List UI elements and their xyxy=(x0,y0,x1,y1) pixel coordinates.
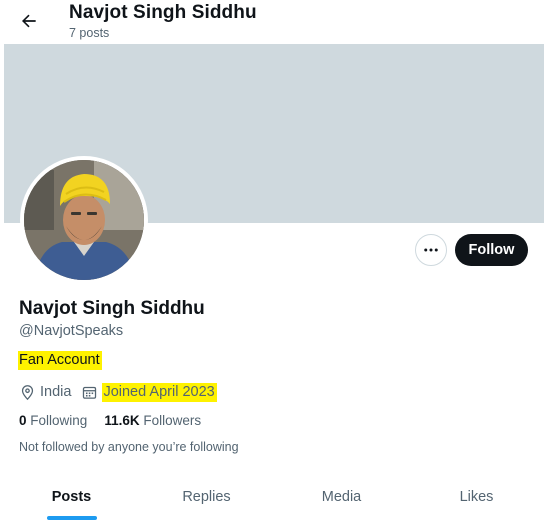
location: India xyxy=(19,384,71,401)
avatar[interactable] xyxy=(20,156,148,284)
tab-likes[interactable]: Likes xyxy=(409,473,544,521)
display-name: Navjot Singh Siddhu xyxy=(19,298,205,319)
followers-link[interactable]: 11.6K Followers xyxy=(104,413,201,428)
followed-by-note: Not followed by anyone you’re following xyxy=(19,440,239,454)
more-horizontal-icon xyxy=(424,248,438,252)
tab-replies[interactable]: Replies xyxy=(139,473,274,521)
tab-label: Posts xyxy=(51,489,92,505)
tab-posts[interactable]: Posts xyxy=(4,473,139,521)
profile-meta: India Joined April 2023 xyxy=(19,381,227,403)
following-link[interactable]: 0 Following xyxy=(19,413,87,428)
tab-label: Media xyxy=(321,489,362,505)
back-arrow-icon xyxy=(22,14,36,28)
tab-label: Replies xyxy=(182,489,231,505)
join-date: Joined April 2023 xyxy=(81,382,217,402)
more-options-button[interactable] xyxy=(415,234,447,266)
bio-highlight: Fan Account xyxy=(18,351,102,370)
tab-media[interactable]: Media xyxy=(274,473,409,521)
join-date-text: Joined April 2023 xyxy=(102,382,217,402)
post-count: 7 posts xyxy=(69,26,110,40)
bio-text: Fan Account xyxy=(18,351,102,370)
following-label: Following xyxy=(30,413,88,428)
avatar-photo xyxy=(24,160,144,280)
followers-count: 11.6K xyxy=(104,413,140,428)
user-handle: @NavjotSpeaks xyxy=(19,323,124,339)
back-button[interactable] xyxy=(12,4,46,38)
profile-page: Navjot Singh Siddhu 7 posts Follow Navjo… xyxy=(4,0,544,521)
active-tab-indicator xyxy=(46,516,97,520)
profile-tabs: Posts Replies Media Likes xyxy=(4,473,544,521)
follow-button[interactable]: Follow xyxy=(455,234,528,266)
follow-stats: 0 Following 11.6K Followers xyxy=(19,413,218,428)
tab-label: Likes xyxy=(459,489,494,505)
following-count: 0 xyxy=(19,413,27,428)
header-title: Navjot Singh Siddhu xyxy=(69,2,257,23)
location-text: India xyxy=(40,384,72,400)
calendar-icon xyxy=(83,386,97,399)
location-pin-icon xyxy=(21,384,34,400)
followers-label: Followers xyxy=(143,413,202,428)
profile-header: Navjot Singh Siddhu 7 posts xyxy=(4,0,544,44)
